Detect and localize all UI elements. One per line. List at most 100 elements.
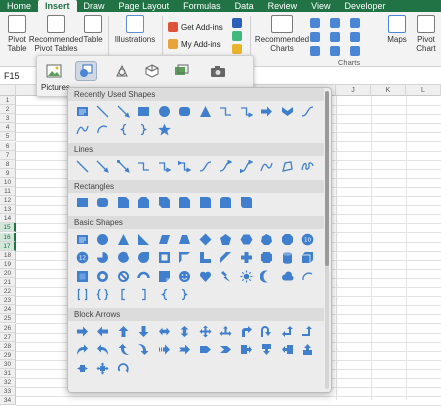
shape-round-diagonal[interactable] <box>239 196 253 210</box>
shapes-button[interactable] <box>75 61 97 81</box>
shape-pentagon-arrow[interactable] <box>198 343 212 357</box>
row-header[interactable]: 14 <box>0 214 16 224</box>
shape-left-brace[interactable] <box>116 123 130 137</box>
shape-right-arrow-callout[interactable] <box>239 343 253 357</box>
row-header[interactable]: 23 <box>0 296 16 306</box>
tab-review[interactable]: Review <box>261 0 305 12</box>
shape-bevel[interactable] <box>75 269 89 283</box>
shape-l-shape[interactable] <box>198 251 212 265</box>
shape-plaque[interactable] <box>260 251 274 265</box>
row-header[interactable]: 30 <box>0 359 16 369</box>
shape-round-same-side[interactable] <box>219 196 233 210</box>
shape-curved-right-arrow[interactable] <box>75 343 89 357</box>
pie-chart-icon[interactable] <box>310 46 320 56</box>
row-header[interactable]: 24 <box>0 305 16 315</box>
shape-round-single-corner[interactable] <box>198 196 212 210</box>
shape-up-arrow-callout[interactable] <box>301 343 315 357</box>
row-header[interactable]: 33 <box>0 387 16 397</box>
shape-decagon[interactable]: 10 <box>301 232 315 246</box>
tab-page-layout[interactable]: Page Layout <box>112 0 177 12</box>
shape-no-symbol[interactable] <box>116 269 130 283</box>
addin-word-icon[interactable] <box>232 18 242 28</box>
shape-bent-up-arrow[interactable] <box>301 324 315 338</box>
table-button[interactable]: Table <box>82 15 104 44</box>
shape-left-bracket[interactable] <box>116 288 130 302</box>
shape-teardrop[interactable] <box>137 251 151 265</box>
row-header[interactable]: 34 <box>0 396 16 406</box>
shape-left-right-arrow[interactable] <box>157 324 171 338</box>
shape-text-box[interactable] <box>75 232 89 246</box>
shape-heart[interactable] <box>198 269 212 283</box>
screenshot-button[interactable] <box>207 61 229 81</box>
pivot-table-button[interactable]: Pivot Table <box>4 15 30 53</box>
tab-draw[interactable]: Draw <box>77 0 112 12</box>
shape-elbow-arrow-connector[interactable] <box>239 104 253 118</box>
shape-curved-left-arrow[interactable] <box>96 343 110 357</box>
shape-snip-diagonal[interactable] <box>157 196 171 210</box>
row-header[interactable]: 25 <box>0 314 16 324</box>
recommended-pivot-tables-button[interactable]: Recommended Pivot Tables <box>29 15 83 53</box>
waterfall-chart-icon[interactable] <box>350 18 360 28</box>
shape-cloud[interactable] <box>280 269 294 283</box>
name-box[interactable]: F15 <box>4 71 20 81</box>
row-header[interactable]: 4 <box>0 123 16 133</box>
row-header[interactable]: 16 <box>0 232 16 242</box>
shape-curved-double-arrow-connector[interactable] <box>239 159 253 173</box>
shape-quad-arrow[interactable] <box>198 324 212 338</box>
shape-arrow-line[interactable] <box>96 159 110 173</box>
shape-line[interactable] <box>75 159 89 173</box>
row-header[interactable]: 26 <box>0 323 16 333</box>
row-header[interactable]: 20 <box>0 268 16 278</box>
column-chart-icon[interactable] <box>310 18 320 28</box>
shape-octagon[interactable] <box>280 232 294 246</box>
shape-notched-right-arrow[interactable] <box>178 343 192 357</box>
row-header[interactable]: 22 <box>0 287 16 297</box>
shape-chevron-arrow[interactable] <box>219 343 233 357</box>
shape-down-arrow[interactable] <box>137 324 151 338</box>
addin-bing-icon[interactable] <box>232 44 242 54</box>
shape-arc[interactable] <box>96 123 110 137</box>
get-addins-button[interactable]: Get Add-ins <box>168 22 223 32</box>
pictures-button[interactable] <box>43 61 65 81</box>
shape-curve[interactable] <box>75 123 89 137</box>
scatter-chart-icon[interactable] <box>330 46 340 56</box>
combo-chart-icon[interactable] <box>350 32 360 42</box>
shape-block-arc[interactable] <box>137 269 151 283</box>
illustrations-button[interactable]: Illustrations <box>112 15 158 44</box>
row-header[interactable]: 9 <box>0 168 16 178</box>
row-header[interactable]: 17 <box>0 241 16 251</box>
shape-right-arrow[interactable] <box>75 324 89 338</box>
row-header[interactable]: 2 <box>0 105 16 115</box>
shape-frame[interactable] <box>157 251 171 265</box>
tab-insert[interactable]: Insert <box>38 0 77 12</box>
shape-can[interactable] <box>280 251 294 265</box>
shape-right-brace[interactable] <box>178 288 192 302</box>
row-header[interactable]: 12 <box>0 196 16 206</box>
icons-button[interactable] <box>111 61 133 81</box>
row-header[interactable]: 31 <box>0 369 16 379</box>
shape-pie[interactable] <box>96 251 110 265</box>
row-header[interactable]: 21 <box>0 278 16 288</box>
column-header-j[interactable]: J <box>336 85 371 96</box>
shape-curve[interactable] <box>260 159 274 173</box>
shape-curved-arrow-connector[interactable] <box>219 159 233 173</box>
shape-elbow-connector[interactable] <box>219 104 233 118</box>
shape-right-bracket[interactable] <box>137 288 151 302</box>
shape-bent-arrow[interactable] <box>239 324 253 338</box>
shape-folded-corner[interactable] <box>157 269 171 283</box>
shape-half-frame[interactable] <box>178 251 192 265</box>
shape-trapezoid[interactable] <box>178 232 192 246</box>
shape-double-bracket[interactable] <box>75 288 89 302</box>
hierarchy-chart-icon[interactable] <box>330 18 340 28</box>
my-addins-button[interactable]: My Add-ins <box>168 39 221 49</box>
shape-circular-arrow[interactable] <box>116 361 130 375</box>
radar-chart-icon[interactable] <box>350 46 360 56</box>
shape-up-arrow[interactable] <box>116 324 130 338</box>
shape-snip-round-single[interactable] <box>178 196 192 210</box>
shape-right-brace[interactable] <box>137 123 151 137</box>
row-header[interactable]: 28 <box>0 341 16 351</box>
shape-triangle[interactable] <box>198 104 212 118</box>
row-header[interactable]: 32 <box>0 378 16 388</box>
row-header[interactable]: 3 <box>0 114 16 124</box>
row-header[interactable]: 8 <box>0 159 16 169</box>
